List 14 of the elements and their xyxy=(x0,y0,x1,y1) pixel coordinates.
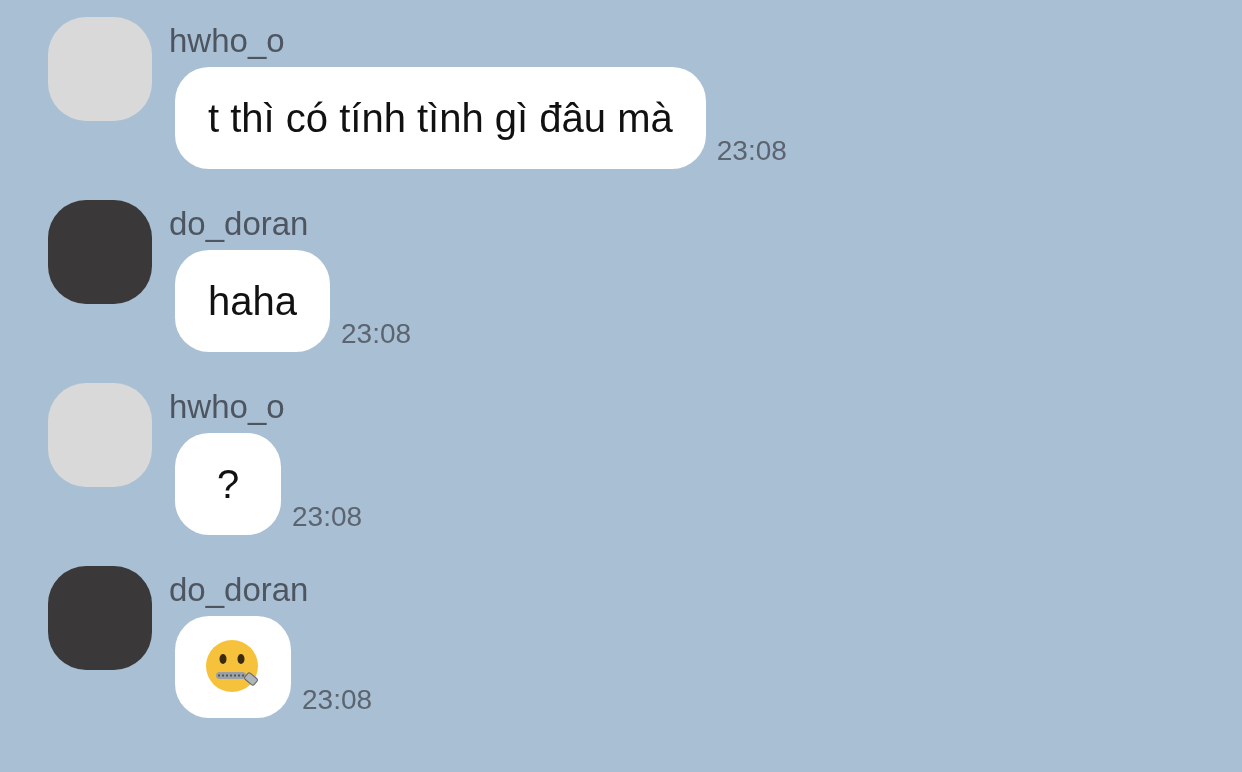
message-time: 23:08 xyxy=(292,501,363,533)
avatar-placeholder[interactable] xyxy=(48,566,152,670)
zipper-mouth-face-icon xyxy=(205,639,261,695)
message-bubble: ? xyxy=(175,433,281,535)
message-bubble: t thì có tính tình gì đâu mà xyxy=(175,67,706,169)
sender-name: do_doran xyxy=(169,204,309,244)
message-time: 23:08 xyxy=(341,318,412,350)
message-time: 23:08 xyxy=(716,135,787,167)
sender-name: hwho_o xyxy=(169,21,285,61)
sender-name: do_doran xyxy=(169,570,309,610)
sender-name: hwho_o xyxy=(169,387,285,427)
message-time: 23:08 xyxy=(302,684,373,716)
message-bubble: haha xyxy=(175,250,330,352)
avatar-placeholder[interactable] xyxy=(48,200,152,304)
